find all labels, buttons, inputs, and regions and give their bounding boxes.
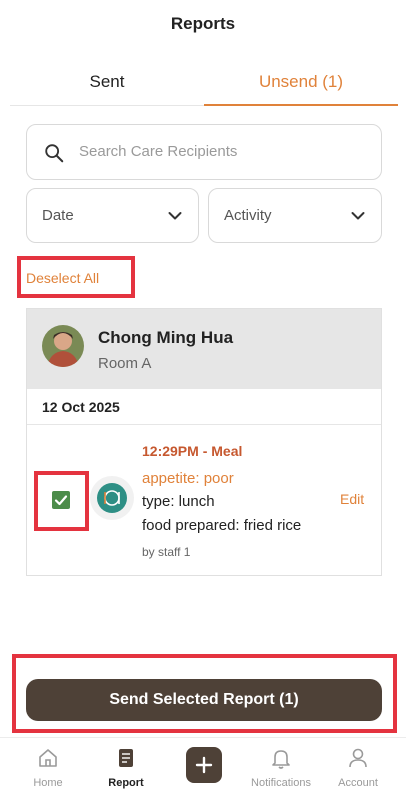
recipient-header[interactable]: Chong Ming Hua Room A bbox=[27, 309, 381, 389]
date-dropdown-label: Date bbox=[42, 207, 74, 224]
tab-sent[interactable]: Sent bbox=[10, 60, 204, 106]
entry-appetite: appetite: poor bbox=[142, 470, 234, 487]
avatar bbox=[42, 325, 84, 367]
bottom-nav: Home Report Notifications Account bbox=[0, 737, 406, 804]
entry-time-activity: 12:29PM - Meal bbox=[142, 443, 243, 459]
add-button[interactable] bbox=[186, 747, 222, 783]
nav-report[interactable]: Report bbox=[86, 746, 166, 789]
activity-dropdown[interactable]: Activity bbox=[208, 188, 382, 243]
search-placeholder: Search Care Recipients bbox=[79, 143, 238, 160]
send-selected-report-button[interactable]: Send Selected Report (1) bbox=[26, 679, 382, 721]
meal-icon bbox=[90, 476, 134, 520]
home-icon bbox=[39, 749, 57, 767]
date-dropdown[interactable]: Date bbox=[26, 188, 199, 243]
chevron-down-icon bbox=[351, 212, 365, 220]
nav-notifications[interactable]: Notifications bbox=[241, 746, 321, 789]
report-icon bbox=[119, 749, 133, 767]
page-title: Reports bbox=[170, 14, 236, 33]
report-date: 12 Oct 2025 bbox=[42, 399, 120, 415]
deselect-all-button[interactable]: Deselect All bbox=[26, 270, 99, 286]
nav-account-label: Account bbox=[338, 777, 378, 789]
nav-report-label: Report bbox=[108, 777, 144, 789]
entry-staff: by staff 1 bbox=[142, 545, 191, 559]
report-tabs: Sent Unsend (1) bbox=[10, 60, 398, 106]
account-icon bbox=[349, 748, 367, 768]
activity-dropdown-label: Activity bbox=[224, 207, 272, 224]
nav-notifications-label: Notifications bbox=[251, 777, 311, 789]
tab-unsend[interactable]: Unsend (1) bbox=[204, 60, 398, 106]
entry-type: type: lunch bbox=[142, 493, 215, 510]
search-input[interactable]: Search Care Recipients bbox=[26, 124, 382, 180]
entry-food: food prepared: fried rice bbox=[142, 517, 302, 534]
nav-home-label: Home bbox=[33, 777, 63, 789]
plus-icon bbox=[195, 756, 213, 774]
edit-button[interactable]: Edit bbox=[340, 491, 364, 507]
chevron-down-icon bbox=[168, 212, 182, 220]
recipient-room: Room A bbox=[98, 355, 152, 372]
nav-home[interactable]: Home bbox=[8, 746, 88, 789]
report-card: Chong Ming Hua Room A 12 Oct 2025 12:29P… bbox=[26, 308, 382, 576]
highlight-checkbox bbox=[34, 471, 89, 531]
nav-account[interactable]: Account bbox=[318, 746, 398, 789]
date-header: 12 Oct 2025 bbox=[27, 389, 381, 425]
search-icon bbox=[45, 144, 64, 163]
bell-icon bbox=[272, 750, 290, 769]
recipient-name: Chong Ming Hua bbox=[98, 328, 234, 347]
